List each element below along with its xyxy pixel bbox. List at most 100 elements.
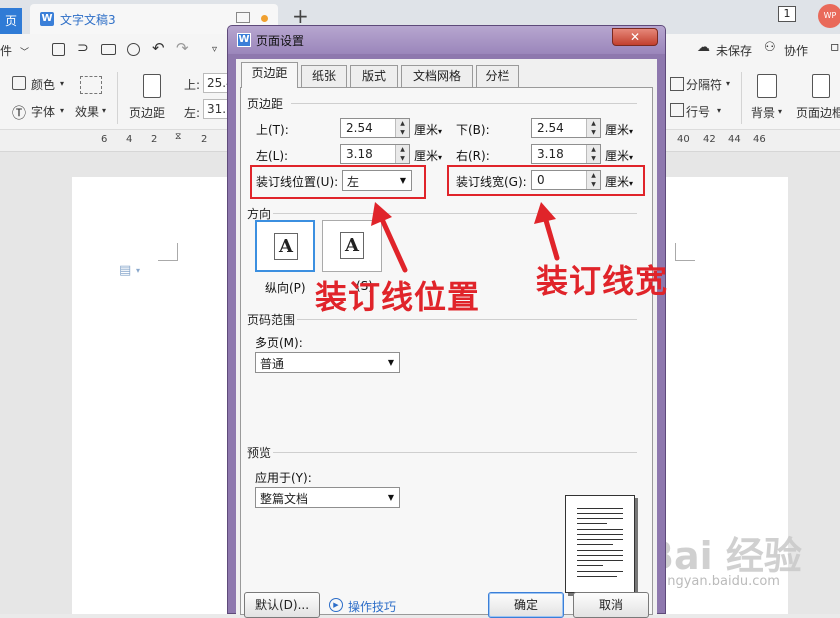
spin-up-icon[interactable]: ▲ xyxy=(395,119,409,128)
unit-label: 厘米 xyxy=(605,149,630,163)
spin-up-icon[interactable]: ▲ xyxy=(395,145,409,154)
home-tab[interactable]: 页 xyxy=(0,8,22,34)
chevron-down-icon[interactable]: ▾ xyxy=(102,106,106,115)
paragraph-icon[interactable]: ▤ xyxy=(119,263,131,278)
preview-line xyxy=(577,565,603,566)
more-icon[interactable]: ▿ xyxy=(212,44,217,55)
preview-line xyxy=(577,513,623,514)
indent-marker-icon[interactable]: ⧖ xyxy=(175,132,181,142)
print-icon[interactable] xyxy=(101,44,116,55)
spin-down-icon[interactable]: ▼ xyxy=(586,154,600,163)
line-number-icon[interactable] xyxy=(670,103,684,117)
tab-layout[interactable]: 版式 xyxy=(350,65,398,87)
tab-document-grid[interactable]: 文档网格 xyxy=(401,65,473,87)
margins-button[interactable]: 页边距 xyxy=(129,104,165,121)
avatar[interactable]: WP xyxy=(818,4,840,28)
landscape-page-icon: A xyxy=(340,232,364,259)
background-icon[interactable] xyxy=(757,74,777,98)
chevron-down-icon[interactable]: ▾ xyxy=(136,266,140,275)
preview-line xyxy=(577,508,623,509)
baidu-watermark: Bai 经验 xyxy=(645,534,802,578)
file-menu[interactable]: 件 xyxy=(0,42,12,59)
color-icon[interactable] xyxy=(12,76,26,90)
spin-down-icon[interactable]: ▼ xyxy=(586,128,600,137)
spin-down-icon[interactable]: ▼ xyxy=(395,128,409,137)
collaborate-button[interactable]: 协作 xyxy=(784,42,808,59)
chevron-down-icon[interactable]: ▼ xyxy=(383,353,399,372)
tab-columns[interactable]: 分栏 xyxy=(476,65,519,87)
effect-button[interactable]: 效果 xyxy=(75,103,99,120)
unit-label: 厘米 xyxy=(605,123,630,137)
effect-preview-icon[interactable] xyxy=(80,76,102,94)
chevron-down-icon[interactable]: ▾ xyxy=(778,107,782,116)
play-icon[interactable]: ▶ xyxy=(329,598,343,612)
undo-icon[interactable]: ↶ xyxy=(152,39,165,57)
tab-margins[interactable]: 页边距 xyxy=(241,62,298,88)
unit-label: 厘米 xyxy=(414,149,439,163)
portrait-label: 纵向(P) xyxy=(265,281,306,295)
margins-icon[interactable] xyxy=(143,74,161,98)
chevron-down-icon[interactable]: ▾ xyxy=(726,79,730,88)
font-button[interactable]: 字体 xyxy=(31,103,55,120)
color-button[interactable]: 颜色 xyxy=(31,76,55,93)
left-margin-spinner[interactable]: 3.18 ▲ ▼ xyxy=(340,144,410,164)
baidu-watermark-url: jingyan.baidu.com xyxy=(660,574,780,589)
dialog-title: 页面设置 xyxy=(256,34,305,48)
chevron-down-icon[interactable]: ▾ xyxy=(60,106,64,115)
ruler-tick: 2 xyxy=(151,134,158,145)
left-margin-unit[interactable]: 厘米▾ xyxy=(414,147,442,164)
apply-to-select[interactable]: 整篇文档 ▼ xyxy=(255,487,400,508)
font-icon[interactable]: Ⓣ xyxy=(12,103,26,123)
chevron-down-icon[interactable]: ▾ xyxy=(60,79,64,88)
chevron-down-icon: ▾ xyxy=(629,153,634,162)
apply-to-label: 应用于(Y): xyxy=(255,471,312,485)
right-margin-unit[interactable]: 厘米▾ xyxy=(605,147,633,164)
landscape-option[interactable]: A xyxy=(322,220,382,272)
unsaved-status[interactable]: 未保存 xyxy=(716,42,752,59)
tips-link[interactable]: 操作技巧 xyxy=(348,598,396,615)
portrait-option[interactable]: A xyxy=(255,220,315,272)
document-tab-title: 文字文稿3 xyxy=(60,13,116,27)
wps-writer-icon: W xyxy=(237,33,251,47)
preview-line xyxy=(577,571,623,572)
apply-to-value: 整篇文档 xyxy=(260,492,309,506)
spin-up-icon[interactable]: ▲ xyxy=(586,119,600,128)
page-range-group-label: 页码范围 xyxy=(247,313,296,327)
top-margin-unit[interactable]: 厘米▾ xyxy=(414,121,442,138)
share-icon[interactable]: ▫ xyxy=(830,39,840,55)
multi-page-select[interactable]: 普通 ▼ xyxy=(255,352,400,373)
chevron-down-icon[interactable]: ▾ xyxy=(717,106,721,115)
separator-icon[interactable] xyxy=(670,77,684,91)
right-margin-spinner[interactable]: 3.18 ▲ ▼ xyxy=(531,144,601,164)
bottom-margin-unit[interactable]: 厘米▾ xyxy=(605,121,633,138)
close-button[interactable]: ✕ xyxy=(612,28,658,46)
ok-button[interactable]: 确定 xyxy=(488,592,564,618)
preview-line xyxy=(577,534,623,535)
default-button[interactable]: 默认(D)... xyxy=(244,592,320,618)
spin-up-icon[interactable]: ▲ xyxy=(586,145,600,154)
bottom-margin-spinner[interactable]: 2.54 ▲ ▼ xyxy=(531,118,601,138)
chevron-down-icon[interactable]: ﹀ xyxy=(20,45,29,58)
tab-count-badge[interactable]: 1 xyxy=(778,6,796,22)
monitor-icon[interactable] xyxy=(236,12,250,23)
left-margin-label: 左: xyxy=(184,106,201,120)
background-button[interactable]: 背景 xyxy=(751,104,775,121)
chevron-down-icon[interactable]: ▼ xyxy=(383,488,399,507)
multi-page-label: 多页(M): xyxy=(255,336,303,350)
spin-down-icon[interactable]: ▼ xyxy=(395,154,409,163)
ruler-tick: 46 xyxy=(753,134,766,145)
save-icon[interactable] xyxy=(52,43,65,56)
cancel-button[interactable]: 取消 xyxy=(573,592,649,618)
format-painter-icon[interactable]: ⊃ xyxy=(77,40,89,56)
page-border-icon[interactable] xyxy=(812,74,830,98)
tab-paper[interactable]: 纸张 xyxy=(301,65,347,87)
chevron-down-icon: ▾ xyxy=(438,127,443,136)
redo-icon[interactable]: ↷ xyxy=(176,39,189,57)
print-preview-icon[interactable] xyxy=(127,43,140,56)
dialog-titlebar[interactable]: W 页面设置 ✕ xyxy=(228,26,665,54)
separator-button[interactable]: 分隔符 xyxy=(686,76,722,93)
top-margin-spinner[interactable]: 2.54 ▲ ▼ xyxy=(340,118,410,138)
page-border-button[interactable]: 页面边框 xyxy=(796,104,840,121)
preview-line xyxy=(577,576,617,577)
line-number-button[interactable]: 行号 xyxy=(686,103,710,120)
